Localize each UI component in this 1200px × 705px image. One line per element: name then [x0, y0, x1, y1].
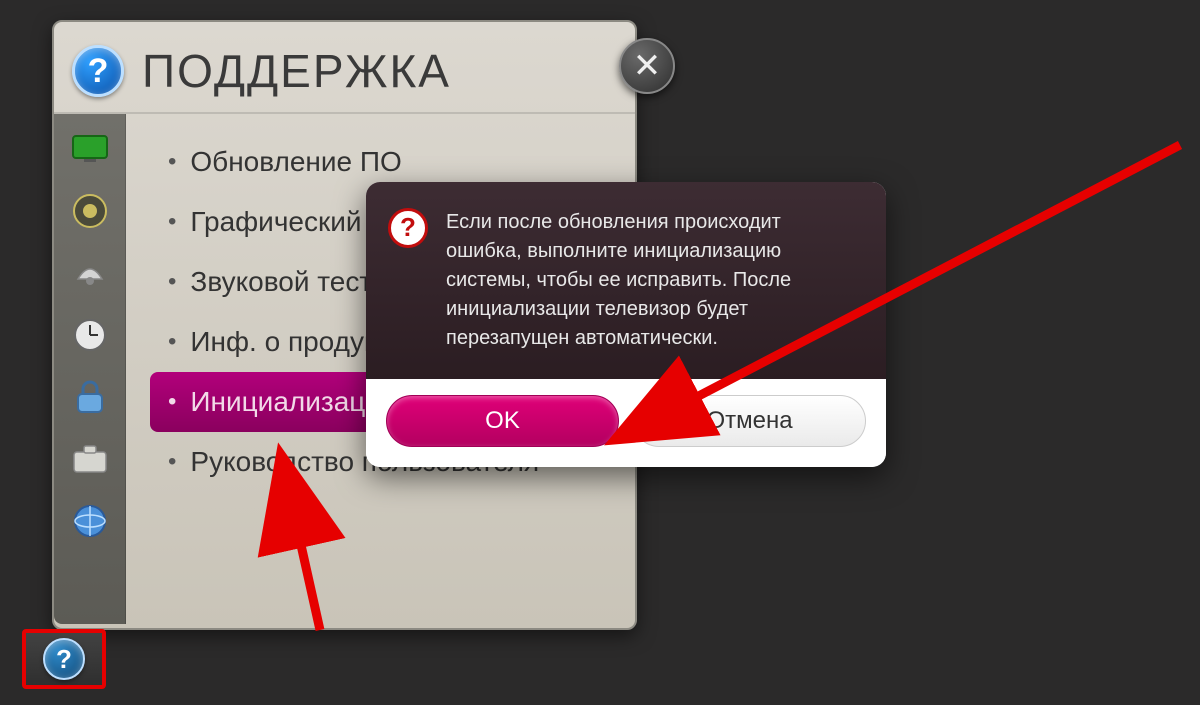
- dialog-footer: OK Отмена: [366, 379, 886, 467]
- panel-header: ? ПОДДЕРЖКА: [54, 22, 635, 114]
- bullet-icon: •: [168, 328, 176, 356]
- menu-label: Обновление ПО: [190, 146, 401, 178]
- ok-button[interactable]: OK: [386, 395, 619, 447]
- display-icon[interactable]: [67, 126, 113, 172]
- network-icon[interactable]: [67, 250, 113, 296]
- dialog-message: Если после обновления происходит ошибка,…: [446, 208, 858, 353]
- bullet-icon: •: [168, 208, 176, 236]
- menu-label: Звуковой тест: [190, 266, 372, 298]
- option-icon[interactable]: [67, 436, 113, 482]
- lock-icon[interactable]: [67, 374, 113, 420]
- support-icon[interactable]: [67, 498, 113, 544]
- audio-icon[interactable]: [67, 188, 113, 234]
- confirm-dialog: ? Если после обновления происходит ошибк…: [366, 182, 886, 467]
- cancel-label: Отмена: [706, 407, 792, 435]
- cancel-button[interactable]: Отмена: [633, 395, 866, 447]
- bullet-icon: •: [168, 388, 176, 416]
- time-icon[interactable]: [67, 312, 113, 358]
- help-icon: ?: [72, 45, 124, 97]
- bullet-icon: •: [168, 268, 176, 296]
- ok-label: OK: [485, 407, 520, 435]
- bottom-help-highlight[interactable]: ?: [22, 629, 106, 689]
- close-button[interactable]: ✕: [619, 38, 675, 94]
- bullet-icon: •: [168, 148, 176, 176]
- dialog-body: ? Если после обновления происходит ошибк…: [366, 182, 886, 379]
- close-icon: ✕: [633, 46, 662, 86]
- warning-icon: ?: [388, 208, 428, 248]
- bullet-icon: •: [168, 448, 176, 476]
- sidebar: [54, 114, 126, 624]
- help-icon: ?: [43, 638, 85, 680]
- panel-title: ПОДДЕРЖКА: [142, 44, 451, 98]
